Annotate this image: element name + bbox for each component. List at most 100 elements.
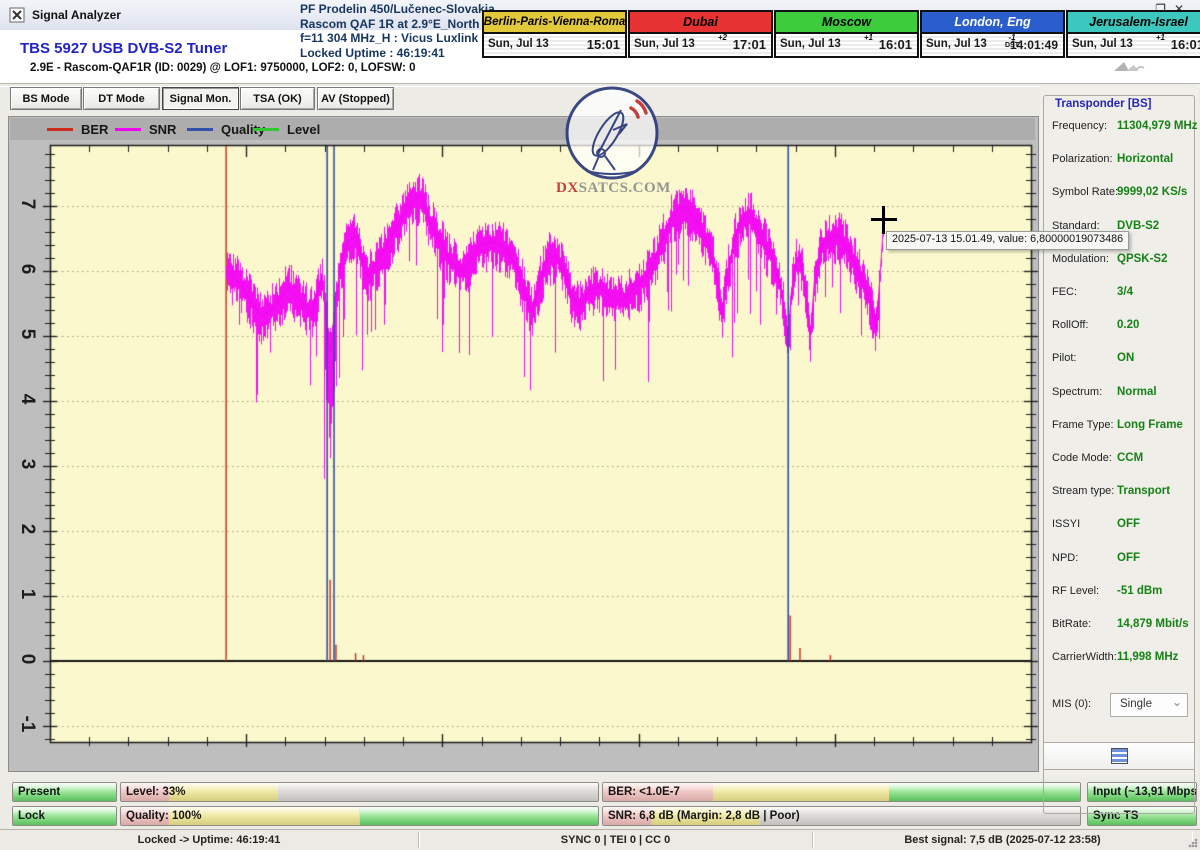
legend-label: BER [81, 122, 108, 137]
transponder-field-row: Modulation:QPSK-S2 [1044, 253, 1194, 271]
mis-label: MIS (0): [1052, 698, 1091, 710]
legend-line-swatch [253, 128, 279, 131]
y-axis-tick-label: 2 [16, 516, 38, 542]
clock-moscow: MoscowSun, Jul 13+116:01 [774, 10, 919, 58]
transponder-field-row: RF Level:-51 dBm [1044, 585, 1194, 603]
clock-city-label: Dubai [630, 12, 771, 34]
transponder-field-row: Pilot:ON [1044, 352, 1194, 370]
transponder-field-value: QPSK-S2 [1117, 253, 1168, 265]
transponder-field-value: 14,879 Mbit/s [1117, 618, 1189, 630]
y-axis-tick-label: 4 [16, 386, 38, 412]
transponder-field-value: OFF [1117, 518, 1140, 530]
list-icon [1111, 748, 1128, 764]
transponder-field-row: RollOff: 0.20 [1044, 319, 1194, 337]
clock-time: 17:01 [733, 37, 766, 52]
legend-label: Level [287, 122, 320, 137]
tuner-title: TBS 5927 USB DVB-S2 Tuner [20, 40, 227, 57]
transponder-field-row: Symbol Rate:9999,02 KS/s [1044, 186, 1194, 204]
transponder-field-label: Spectrum: [1052, 386, 1102, 398]
transponder-field-value: Horizontal [1117, 153, 1173, 165]
transponder-field-row: Polarization:Horizontal [1044, 153, 1194, 171]
tab-av-stopped-[interactable]: AV (Stopped) [317, 87, 394, 110]
transponder-field-row: Stream type:Transport [1044, 485, 1194, 503]
mis-select[interactable]: Single ⌄ [1110, 693, 1188, 717]
meter-label: BER: <1.0E-7 [608, 783, 680, 801]
legend-label: SNR [149, 122, 176, 137]
clock-time: 16:01 [1171, 37, 1200, 52]
site-info-line: Locked Uptime : 46:19:41 [300, 46, 500, 61]
dxsatcs-logo-icon [563, 84, 661, 182]
transponder-field-label: Standard: [1052, 220, 1100, 232]
transponder-field-label: Code Mode: [1052, 452, 1112, 464]
tuner-subtitle: 2.9E - Rascom-QAF1R (ID: 0029) @ LOF1: 9… [30, 62, 416, 74]
clock-dubai: DubaiSun, Jul 13+217:01 [628, 10, 773, 58]
legend-item-level: Level [253, 118, 320, 140]
site-info-line: Rascom QAF 1R at 2.9°E_North [300, 17, 500, 32]
status-bar: Locked -> Uptime: 46:19:41 SYNC 0 | TEI … [0, 829, 1200, 850]
site-info-block: PF Prodelin 450/Lučenec-SlovakiaRascom Q… [300, 2, 500, 60]
transponder-field-label: Frequency: [1052, 120, 1107, 132]
transponder-field-label: RollOff: [1052, 319, 1088, 331]
transponder-field-value: Long Frame [1117, 419, 1183, 431]
transponder-field-label: ISSYI [1052, 518, 1080, 530]
transponder-field-value: ON [1117, 352, 1134, 364]
y-axis-tick-label: -1 [16, 711, 38, 737]
dxsatcs-watermark-text: DXSATCS.COM [556, 180, 668, 197]
transponder-field-value: 9999,02 KS/s [1117, 186, 1187, 198]
clock-city-label: London, Eng [922, 12, 1063, 34]
clock-body: Sun, Jul 1315:01 [484, 34, 625, 56]
legend-item-snr: SNR [115, 118, 176, 140]
y-axis-tick-label: 7 [16, 191, 38, 217]
mis-selected-value: Single [1120, 698, 1152, 710]
transponder-field-row: Code Mode:CCM [1044, 452, 1194, 470]
transponder-field-label: Frame Type: [1052, 419, 1114, 431]
application-window: Signal Analyzer ❐✕ TBS 5927 USB DVB-S2 T… [0, 0, 1200, 850]
transponder-field-value: OFF [1117, 552, 1140, 564]
site-info-line: PF Prodelin 450/Lučenec-Slovakia [300, 2, 500, 17]
transponder-panel: Transponder [BS] Frequency:11304,979 MHz… [1040, 86, 1198, 778]
transponder-field-row: BitRate:14,879 Mbit/s [1044, 618, 1194, 636]
meter-quality: Quality: 100% [120, 806, 599, 826]
meter-label: Quality: 100% [126, 807, 201, 825]
tab-dt-mode[interactable]: DT Mode [83, 87, 160, 110]
clock-body: Sun, Jul 13-1DST14:01:49 [922, 34, 1063, 56]
transponder-field-row: ISSYI OFF [1044, 518, 1194, 536]
meter-level: Level: 33% [120, 782, 599, 802]
clock-utc-offset: +1 [864, 34, 873, 42]
clock-city-label: Jerusalem-Israel [1068, 12, 1200, 34]
site-info-line: f=11 304 MHz_H : Vicus Luxlink [300, 31, 500, 46]
clock-jerusalem-israel: Jerusalem-IsraelSun, Jul 13+116:01 [1066, 10, 1200, 58]
transponder-field-value: Transport [1117, 485, 1170, 497]
y-axis-tick-label: 6 [16, 256, 38, 282]
resize-grip[interactable] [1188, 838, 1198, 848]
y-axis-tick-label: 5 [16, 321, 38, 347]
transponder-field-label: Symbol Rate: [1052, 186, 1118, 198]
tab-signal-mon-[interactable]: Signal Mon. [162, 87, 239, 110]
clock-time: 16:01 [879, 37, 912, 52]
clock-body: Sun, Jul 13+116:01 [1068, 34, 1200, 56]
meter-ber: BER: <1.0E-7 [602, 782, 1081, 802]
clock-date: Sun, Jul 13 [926, 38, 987, 50]
clock-london-eng: London, EngSun, Jul 13-1DST14:01:49 [920, 10, 1065, 58]
tab-bs-mode[interactable]: BS Mode [10, 87, 82, 110]
chart-value-tooltip: 2025-07-13 15.01.49, value: 6,8000001907… [886, 231, 1129, 250]
clock-date: Sun, Jul 13 [488, 38, 549, 50]
clock-date: Sun, Jul 13 [1072, 38, 1133, 50]
chevron-down-icon: ⌄ [1172, 695, 1182, 709]
clock-berlin-paris-vienna-roma: Berlin-Paris-Vienna-RomaSun, Jul 1315:01 [482, 10, 627, 58]
world-clocks-widget: Berlin-Paris-Vienna-RomaSun, Jul 1315:01… [482, 10, 1200, 58]
clock-city-label: Moscow [776, 12, 917, 34]
transponder-field-label: FEC: [1052, 286, 1077, 298]
transponder-field-row: Frame Type:Long Frame [1044, 419, 1194, 437]
clock-city-label: Berlin-Paris-Vienna-Roma [484, 12, 625, 34]
meter-lock: Lock [12, 806, 117, 826]
service-list-button[interactable] [1043, 742, 1195, 770]
transponder-field-value: DVB-S2 [1117, 220, 1159, 232]
tab-tsa-ok-[interactable]: TSA (OK) [240, 87, 315, 110]
clock-date: Sun, Jul 13 [634, 38, 695, 50]
transponder-field-label: NPD: [1052, 552, 1078, 564]
transponder-field-label: CarrierWidth: [1052, 651, 1117, 663]
dxsatcs-watermark: DXSATCS.COM [556, 84, 668, 197]
legend-line-swatch [47, 128, 73, 131]
transponder-field-value: 0.20 [1117, 319, 1139, 331]
